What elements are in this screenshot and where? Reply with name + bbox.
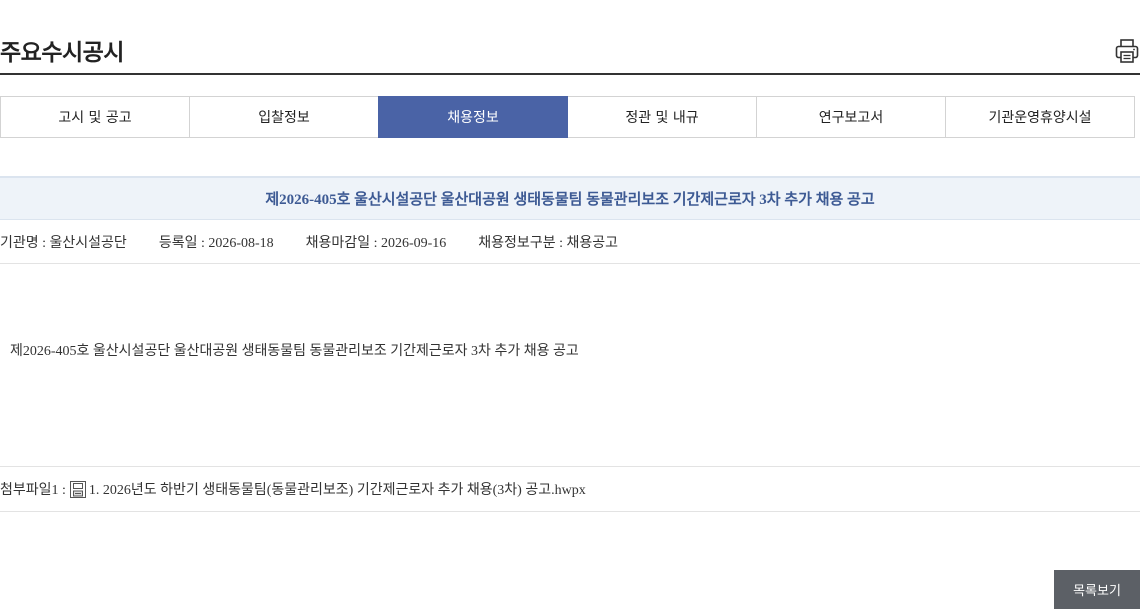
tab-notices[interactable]: 고시 및 공고 [0,96,190,138]
print-button[interactable] [1115,38,1139,64]
post-title-bar: 제2026-405호 울산시설공단 울산대공원 생태동물팀 동물관리보조 기간제… [0,176,1140,220]
category-tabs: 고시 및 공고 입찰정보 채용정보 정관 및 내규 연구보고서 기관운영휴양시설 [0,96,1135,138]
file-icon [69,480,86,498]
post-body: 제2026-405호 울산시설공단 울산대공원 생태동물팀 동물관리보조 기간제… [10,344,579,359]
tab-research-reports[interactable]: 연구보고서 [756,96,946,138]
post-title: 제2026-405호 울산시설공단 울산대공원 생태동물팀 동물관리보조 기간제… [265,192,875,208]
tab-bidding[interactable]: 입찰정보 [189,96,379,138]
tab-recruitment[interactable]: 채용정보 [378,96,568,138]
attachment-label: 첨부파일1 : [0,483,66,498]
page-header: 주요수시공시 [0,0,1140,75]
list-button[interactable]: 목록보기 [1054,570,1140,609]
tab-resort-facilities[interactable]: 기관운영휴양시설 [945,96,1135,138]
tab-regulations[interactable]: 정관 및 내규 [567,96,757,138]
attachment-row: 첨부파일1 : 1. 2026년도 하반기 생태동물팀(동물관리보조) 기간제근… [0,466,1140,512]
page-title: 주요수시공시 [0,40,124,66]
meta-deadline: 채용마감일 : 2026-09-16 [305,235,447,251]
post-meta: 기관명 : 울산시설공단 등록일 : 2026-08-18 채용마감일 : 20… [0,220,1140,264]
meta-category: 채용정보구분 : 채용공고 [478,235,618,251]
meta-registered-date: 등록일 : 2026-08-18 [158,235,274,251]
printer-icon [1115,39,1139,63]
meta-agency: 기관명 : 울산시설공단 [0,235,127,251]
attachment-file-link[interactable]: 1. 2026년도 하반기 생태동물팀(동물관리보조) 기간제근로자 추가 채용… [89,479,586,499]
